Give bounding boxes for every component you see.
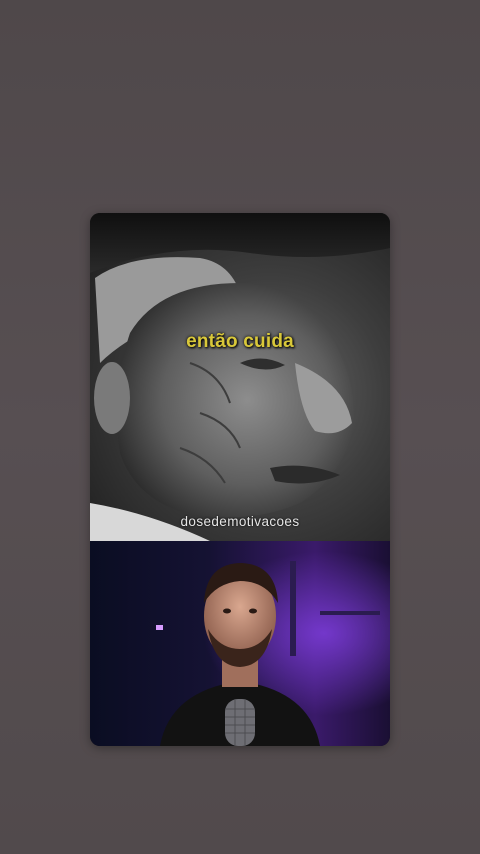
video-frame-bottom <box>90 541 390 746</box>
screen: então cuida dosedemotivacoes <box>0 0 480 854</box>
portrait-illustration <box>90 213 390 541</box>
video-player[interactable]: então cuida dosedemotivacoes <box>90 213 390 746</box>
channel-watermark: dosedemotivacoes <box>180 514 300 529</box>
video-frame-top: então cuida dosedemotivacoes <box>90 213 390 541</box>
presenter-illustration <box>90 541 390 746</box>
subtitle-caption: então cuida <box>186 331 294 352</box>
